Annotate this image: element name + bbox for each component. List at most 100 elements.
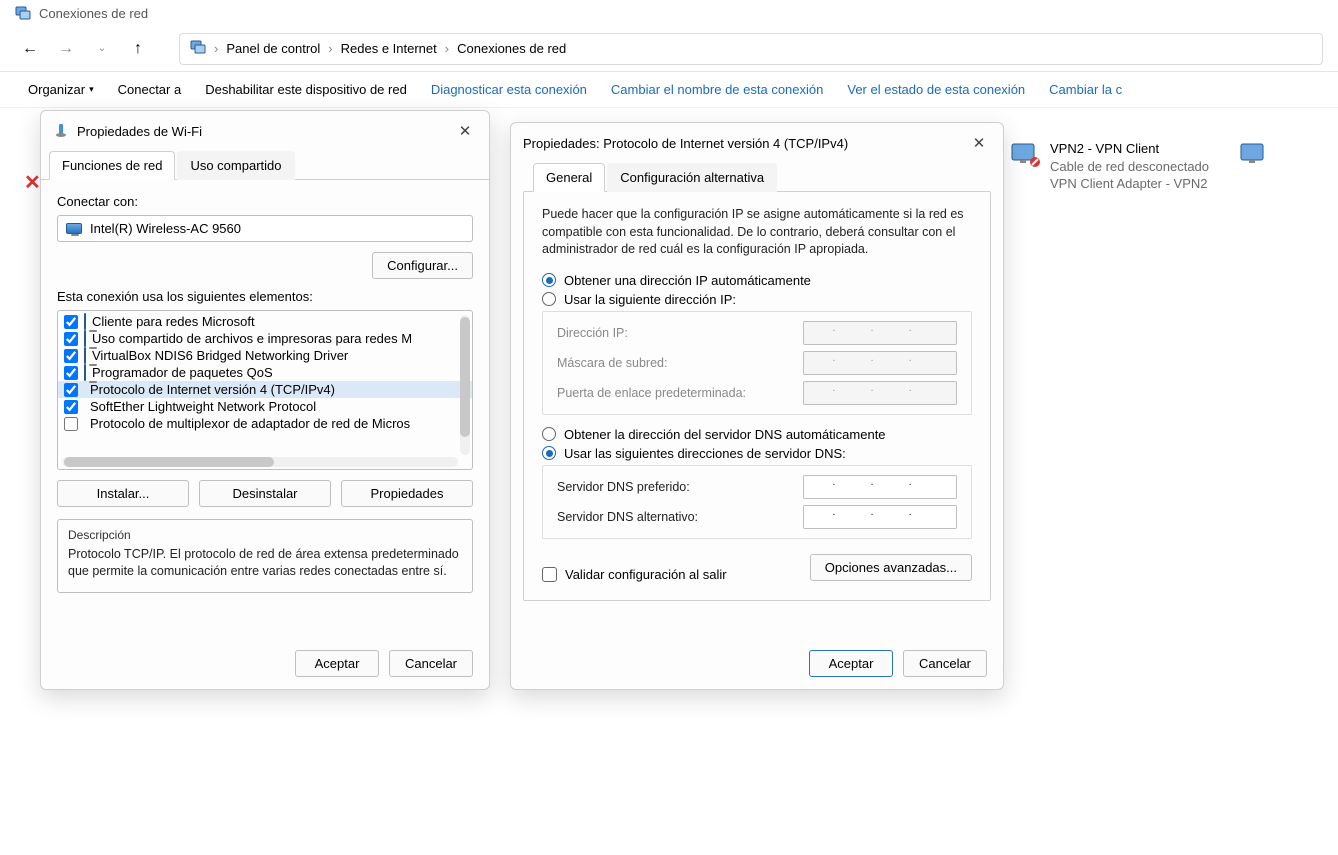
accept-button[interactable]: Aceptar	[295, 650, 379, 677]
protocol-icon	[84, 365, 86, 380]
connection-adapter: VPN Client Adapter - VPN2	[1050, 175, 1209, 193]
back-button[interactable]: ←	[15, 34, 45, 64]
radio-icon	[542, 273, 556, 287]
radio-label: Obtener la dirección del servidor DNS au…	[564, 427, 886, 442]
monitor-icon	[84, 331, 86, 346]
connection-vpn2[interactable]: VPN2 - VPN Client Cable de red desconect…	[1010, 140, 1209, 193]
chevron-right-icon: ›	[214, 41, 218, 56]
up-button[interactable]: ↑	[123, 34, 153, 64]
gateway-label: Puerta de enlace predeterminada:	[557, 386, 803, 400]
ip-address-input: . . .	[803, 321, 957, 345]
checkbox-icon	[542, 567, 557, 582]
disabled-icon: ✕	[24, 170, 41, 195]
connect-to-action[interactable]: Conectar a	[118, 82, 182, 97]
connection-status: Cable de red desconectado	[1050, 158, 1209, 176]
connection-partial[interactable]	[1239, 140, 1267, 193]
radio-label: Usar la siguiente dirección IP:	[564, 292, 736, 307]
accept-button[interactable]: Aceptar	[809, 650, 893, 677]
radio-label: Usar las siguientes direcciones de servi…	[564, 446, 846, 461]
uninstall-button[interactable]: Desinstalar	[199, 480, 331, 507]
tab-general[interactable]: General	[533, 163, 605, 192]
monitor-icon	[66, 223, 82, 234]
ip-address-label: Dirección IP:	[557, 326, 803, 340]
view-status-action[interactable]: Ver el estado de esta conexión	[847, 82, 1025, 97]
list-item[interactable]: SoftEther Lightweight Network Protocol	[58, 398, 472, 415]
properties-button[interactable]: Propiedades	[341, 480, 473, 507]
close-button[interactable]: ✕	[967, 131, 991, 155]
dns-alt-label: Servidor DNS alternativo:	[557, 510, 803, 524]
chevron-right-icon: ›	[445, 41, 449, 56]
dns-preferred-label: Servidor DNS preferido:	[557, 480, 803, 494]
item-label: Protocolo de Internet versión 4 (TCP/IPv…	[90, 382, 335, 397]
item-checkbox[interactable]	[64, 383, 78, 397]
list-item[interactable]: VirtualBox NDIS6 Bridged Networking Driv…	[58, 347, 472, 364]
network-adapter-icon	[1010, 140, 1042, 172]
list-item[interactable]: Protocolo de multiplexor de adaptador de…	[58, 415, 472, 432]
crumb-leaf[interactable]: Conexiones de red	[457, 41, 566, 56]
protocol-icon	[84, 348, 86, 363]
crumb-mid[interactable]: Redes e Internet	[341, 41, 437, 56]
tab-alt-config[interactable]: Configuración alternativa	[607, 163, 777, 192]
radio-dns-manual[interactable]: Usar las siguientes direcciones de servi…	[542, 446, 972, 461]
radio-dns-auto[interactable]: Obtener la dirección del servidor DNS au…	[542, 427, 972, 442]
item-label: VirtualBox NDIS6 Bridged Networking Driv…	[92, 348, 348, 363]
breadcrumb[interactable]: › Panel de control › Redes e Internet › …	[179, 33, 1323, 65]
subnet-mask-input: . . .	[803, 351, 957, 375]
item-checkbox[interactable]	[64, 366, 78, 380]
adapter-selector[interactable]: Intel(R) Wireless-AC 9560	[57, 215, 473, 242]
connection-name: VPN2 - VPN Client	[1050, 140, 1209, 158]
advanced-options-button[interactable]: Opciones avanzadas...	[810, 554, 972, 581]
tab-funciones-de-red[interactable]: Funciones de red	[49, 151, 175, 180]
connections-area: VPN2 - VPN Client Cable de red desconect…	[1010, 140, 1267, 193]
tab-uso-compartido[interactable]: Uso compartido	[177, 151, 294, 180]
wifi-properties-dialog: Propiedades de Wi-Fi ✕ Funciones de red …	[40, 110, 490, 690]
radio-icon	[542, 427, 556, 441]
configure-button[interactable]: Configurar...	[372, 252, 473, 279]
vertical-scrollbar[interactable]	[460, 315, 470, 455]
radio-ip-manual[interactable]: Usar la siguiente dirección IP:	[542, 292, 972, 307]
item-checkbox[interactable]	[64, 417, 78, 431]
forward-button[interactable]: →	[51, 34, 81, 64]
install-button[interactable]: Instalar...	[57, 480, 189, 507]
list-item[interactable]: Cliente para redes Microsoft	[58, 313, 472, 330]
cancel-button[interactable]: Cancelar	[389, 650, 473, 677]
horizontal-scrollbar[interactable]	[62, 457, 458, 467]
explorer-toolbar: Organizar Conectar a Deshabilitar este d…	[0, 72, 1338, 108]
window-title: Conexiones de red	[39, 6, 148, 21]
item-checkbox[interactable]	[64, 400, 78, 414]
explorer-navbar: ← → ⌄ ↑ › Panel de control › Redes e Int…	[0, 26, 1338, 72]
item-checkbox[interactable]	[64, 315, 78, 329]
control-panel-icon	[190, 39, 206, 58]
diagnose-action[interactable]: Diagnosticar esta conexión	[431, 82, 587, 97]
history-dropdown[interactable]: ⌄	[87, 34, 117, 64]
list-item[interactable]: Protocolo de Internet versión 4 (TCP/IPv…	[58, 381, 472, 398]
dns-alt-input[interactable]: . . .	[803, 505, 957, 529]
validate-label: Validar configuración al salir	[565, 567, 727, 582]
item-label: SoftEther Lightweight Network Protocol	[90, 399, 316, 414]
rename-action[interactable]: Cambiar el nombre de esta conexión	[611, 82, 823, 97]
crumb-root[interactable]: Panel de control	[226, 41, 320, 56]
item-checkbox[interactable]	[64, 349, 78, 363]
organize-menu[interactable]: Organizar	[28, 82, 94, 97]
ip-fields-group: Dirección IP: . . . Máscara de subred: .…	[542, 311, 972, 415]
radio-ip-auto[interactable]: Obtener una dirección IP automáticamente	[542, 273, 972, 288]
list-item[interactable]: Uso compartido de archivos e impresoras …	[58, 330, 472, 347]
validate-checkbox[interactable]: Validar configuración al salir	[542, 567, 727, 582]
disable-device-action[interactable]: Deshabilitar este dispositivo de red	[205, 82, 407, 97]
chevron-right-icon: ›	[328, 41, 332, 56]
adapter-name: Intel(R) Wireless-AC 9560	[90, 221, 241, 236]
change-action-truncated[interactable]: Cambiar la c	[1049, 82, 1122, 97]
gateway-input: . . .	[803, 381, 957, 405]
radio-icon	[542, 446, 556, 460]
dns-preferred-input[interactable]: . . .	[803, 475, 957, 499]
network-elements-listbox[interactable]: Cliente para redes MicrosoftUso comparti…	[57, 310, 473, 470]
cancel-button[interactable]: Cancelar	[903, 650, 987, 677]
item-label: Protocolo de multiplexor de adaptador de…	[90, 416, 410, 431]
close-button[interactable]: ✕	[453, 119, 477, 143]
list-item[interactable]: Programador de paquetes QoS	[58, 364, 472, 381]
ipv4-properties-dialog: Propiedades: Protocolo de Internet versi…	[510, 122, 1004, 690]
item-label: Programador de paquetes QoS	[92, 365, 273, 380]
item-checkbox[interactable]	[64, 332, 78, 346]
wifi-icon	[53, 122, 69, 141]
radio-label: Obtener una dirección IP automáticamente	[564, 273, 811, 288]
